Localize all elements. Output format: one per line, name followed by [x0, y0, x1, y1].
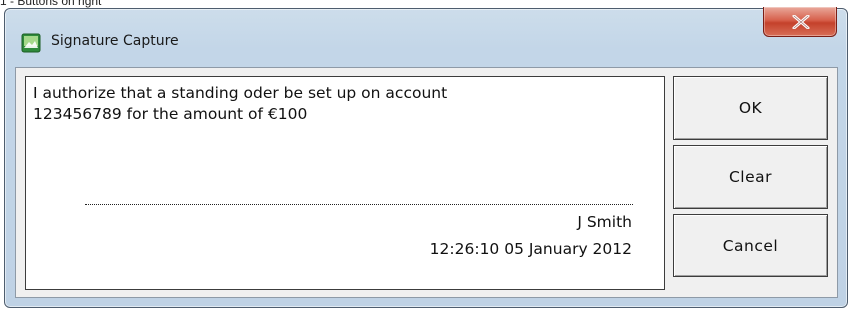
window-title: Signature Capture	[51, 33, 179, 49]
signature-pad[interactable]: I authorize that a standing oder be set …	[25, 76, 665, 290]
close-button[interactable]	[763, 7, 837, 37]
authorization-text: I authorize that a standing oder be set …	[33, 83, 653, 125]
cancel-button[interactable]: Cancel	[673, 214, 828, 277]
signature-app-icon	[21, 33, 41, 53]
close-icon	[792, 15, 810, 29]
dialog-body: I authorize that a standing oder be set …	[15, 67, 838, 298]
signature-line	[85, 204, 633, 205]
authorization-text-line-1: I authorize that a standing oder be set …	[33, 84, 448, 102]
signature-capture-window: Signature Capture I authorize that a sta…	[4, 7, 848, 308]
ok-button[interactable]: OK	[673, 76, 828, 140]
clear-button[interactable]: Clear	[673, 145, 828, 209]
authorization-text-line-2: 123456789 for the amount of €100	[33, 105, 308, 123]
signer-name: J Smith	[577, 213, 632, 231]
page-caption: 1 - Buttons on right	[0, 0, 102, 8]
signature-timestamp: 12:26:10 05 January 2012	[429, 240, 632, 258]
title-bar[interactable]: Signature Capture	[5, 7, 847, 67]
